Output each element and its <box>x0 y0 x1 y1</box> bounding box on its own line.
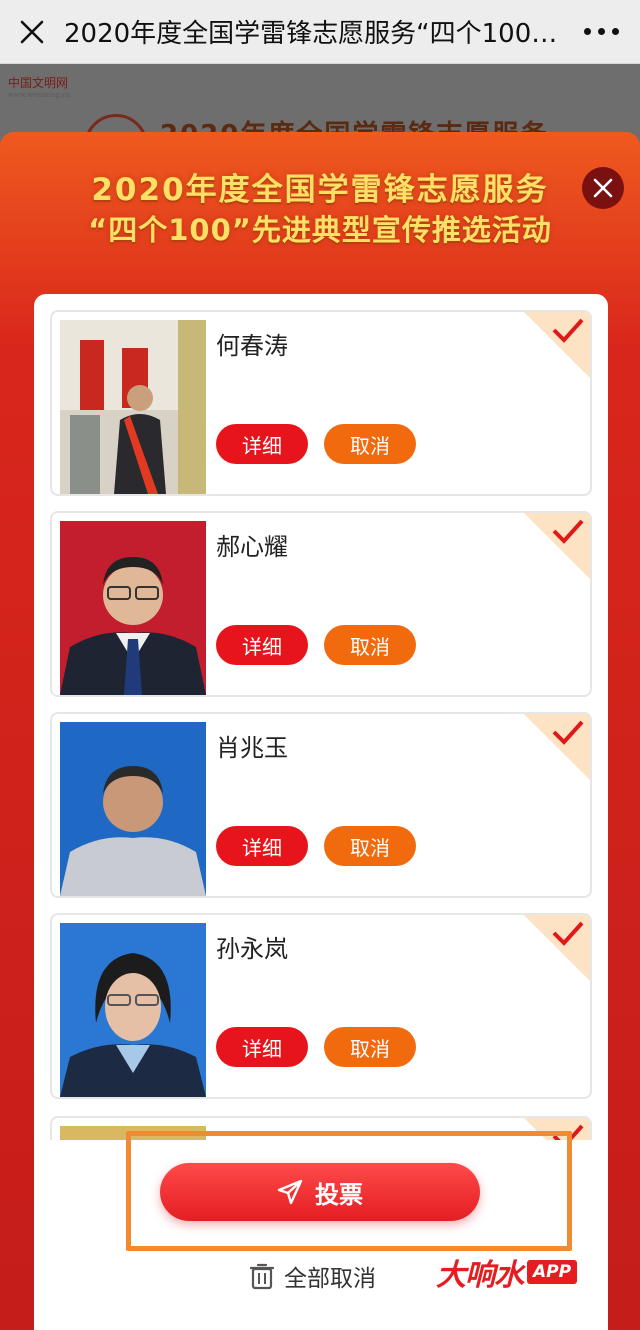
cancel-button[interactable]: 取消 <box>324 826 416 866</box>
page-title: 2020年度全国学雷锋志愿服务“四个100”... <box>64 19 562 49</box>
candidate-card: 孙永岚 详细 取消 <box>50 913 592 1099</box>
detail-button[interactable]: 详细 <box>216 826 308 866</box>
candidate-list[interactable]: 何春涛 详细 取消 郝心耀 详细 取消 肖兆玉 详细 取消 孙永岚 详细 取消 <box>50 310 592 1140</box>
cancel-button[interactable]: 取消 <box>324 625 416 665</box>
candidate-card: 何春涛 详细 取消 <box>50 310 592 496</box>
selected-check-icon <box>524 915 590 981</box>
vote-label: 投票 <box>315 1180 363 1209</box>
brand-watermark: 大响水 APP <box>436 1252 578 1293</box>
candidate-name: 郝心耀 <box>216 533 288 561</box>
candidate-photo <box>60 320 206 494</box>
detail-button[interactable]: 详细 <box>216 1027 308 1067</box>
close-icon[interactable] <box>0 0 64 64</box>
site-logo: 中国文明网 www.wenming.cn <box>8 76 71 99</box>
headline-line1: 2020年度全国学雷锋志愿服务 <box>91 172 549 208</box>
cancel-button[interactable]: 取消 <box>324 1027 416 1067</box>
candidate-card: 郝心耀 详细 取消 <box>50 511 592 697</box>
candidate-photo <box>60 521 206 695</box>
cancel-all-label: 全部取消 <box>284 1266 376 1292</box>
trash-icon <box>250 1263 274 1290</box>
candidate-name: 孙永岚 <box>216 935 288 963</box>
detail-button[interactable]: 详细 <box>216 424 308 464</box>
watermark-brand: 大响水 <box>436 1258 524 1293</box>
candidate-card: 肖兆玉 详细 取消 <box>50 712 592 898</box>
modal-close-button[interactable] <box>582 167 624 209</box>
selected-check-icon <box>524 513 590 579</box>
send-icon <box>277 1179 303 1205</box>
cancel-all-button[interactable]: 全部取消 <box>250 1258 376 1294</box>
modal-headline: 2020年度全国学雷锋志愿服务 “四个100”先进典型宣传推选活动 <box>0 170 640 250</box>
candidate-name: 何春涛 <box>216 332 288 360</box>
candidate-name: 肖兆玉 <box>216 734 288 762</box>
watermark-app: APP <box>527 1260 578 1284</box>
selected-check-icon <box>524 714 590 780</box>
selected-check-icon <box>524 312 590 378</box>
title-bar: 2020年度全国学雷锋志愿服务“四个100”... <box>0 0 640 64</box>
candidate-photo <box>60 722 206 896</box>
headline-line2: “四个100”先进典型宣传推选活动 <box>88 213 552 247</box>
cancel-button[interactable]: 取消 <box>324 424 416 464</box>
vote-button[interactable]: 投票 <box>160 1163 480 1221</box>
more-icon[interactable] <box>562 0 640 64</box>
detail-button[interactable]: 详细 <box>216 625 308 665</box>
candidate-photo <box>60 923 206 1097</box>
close-icon <box>593 178 613 198</box>
